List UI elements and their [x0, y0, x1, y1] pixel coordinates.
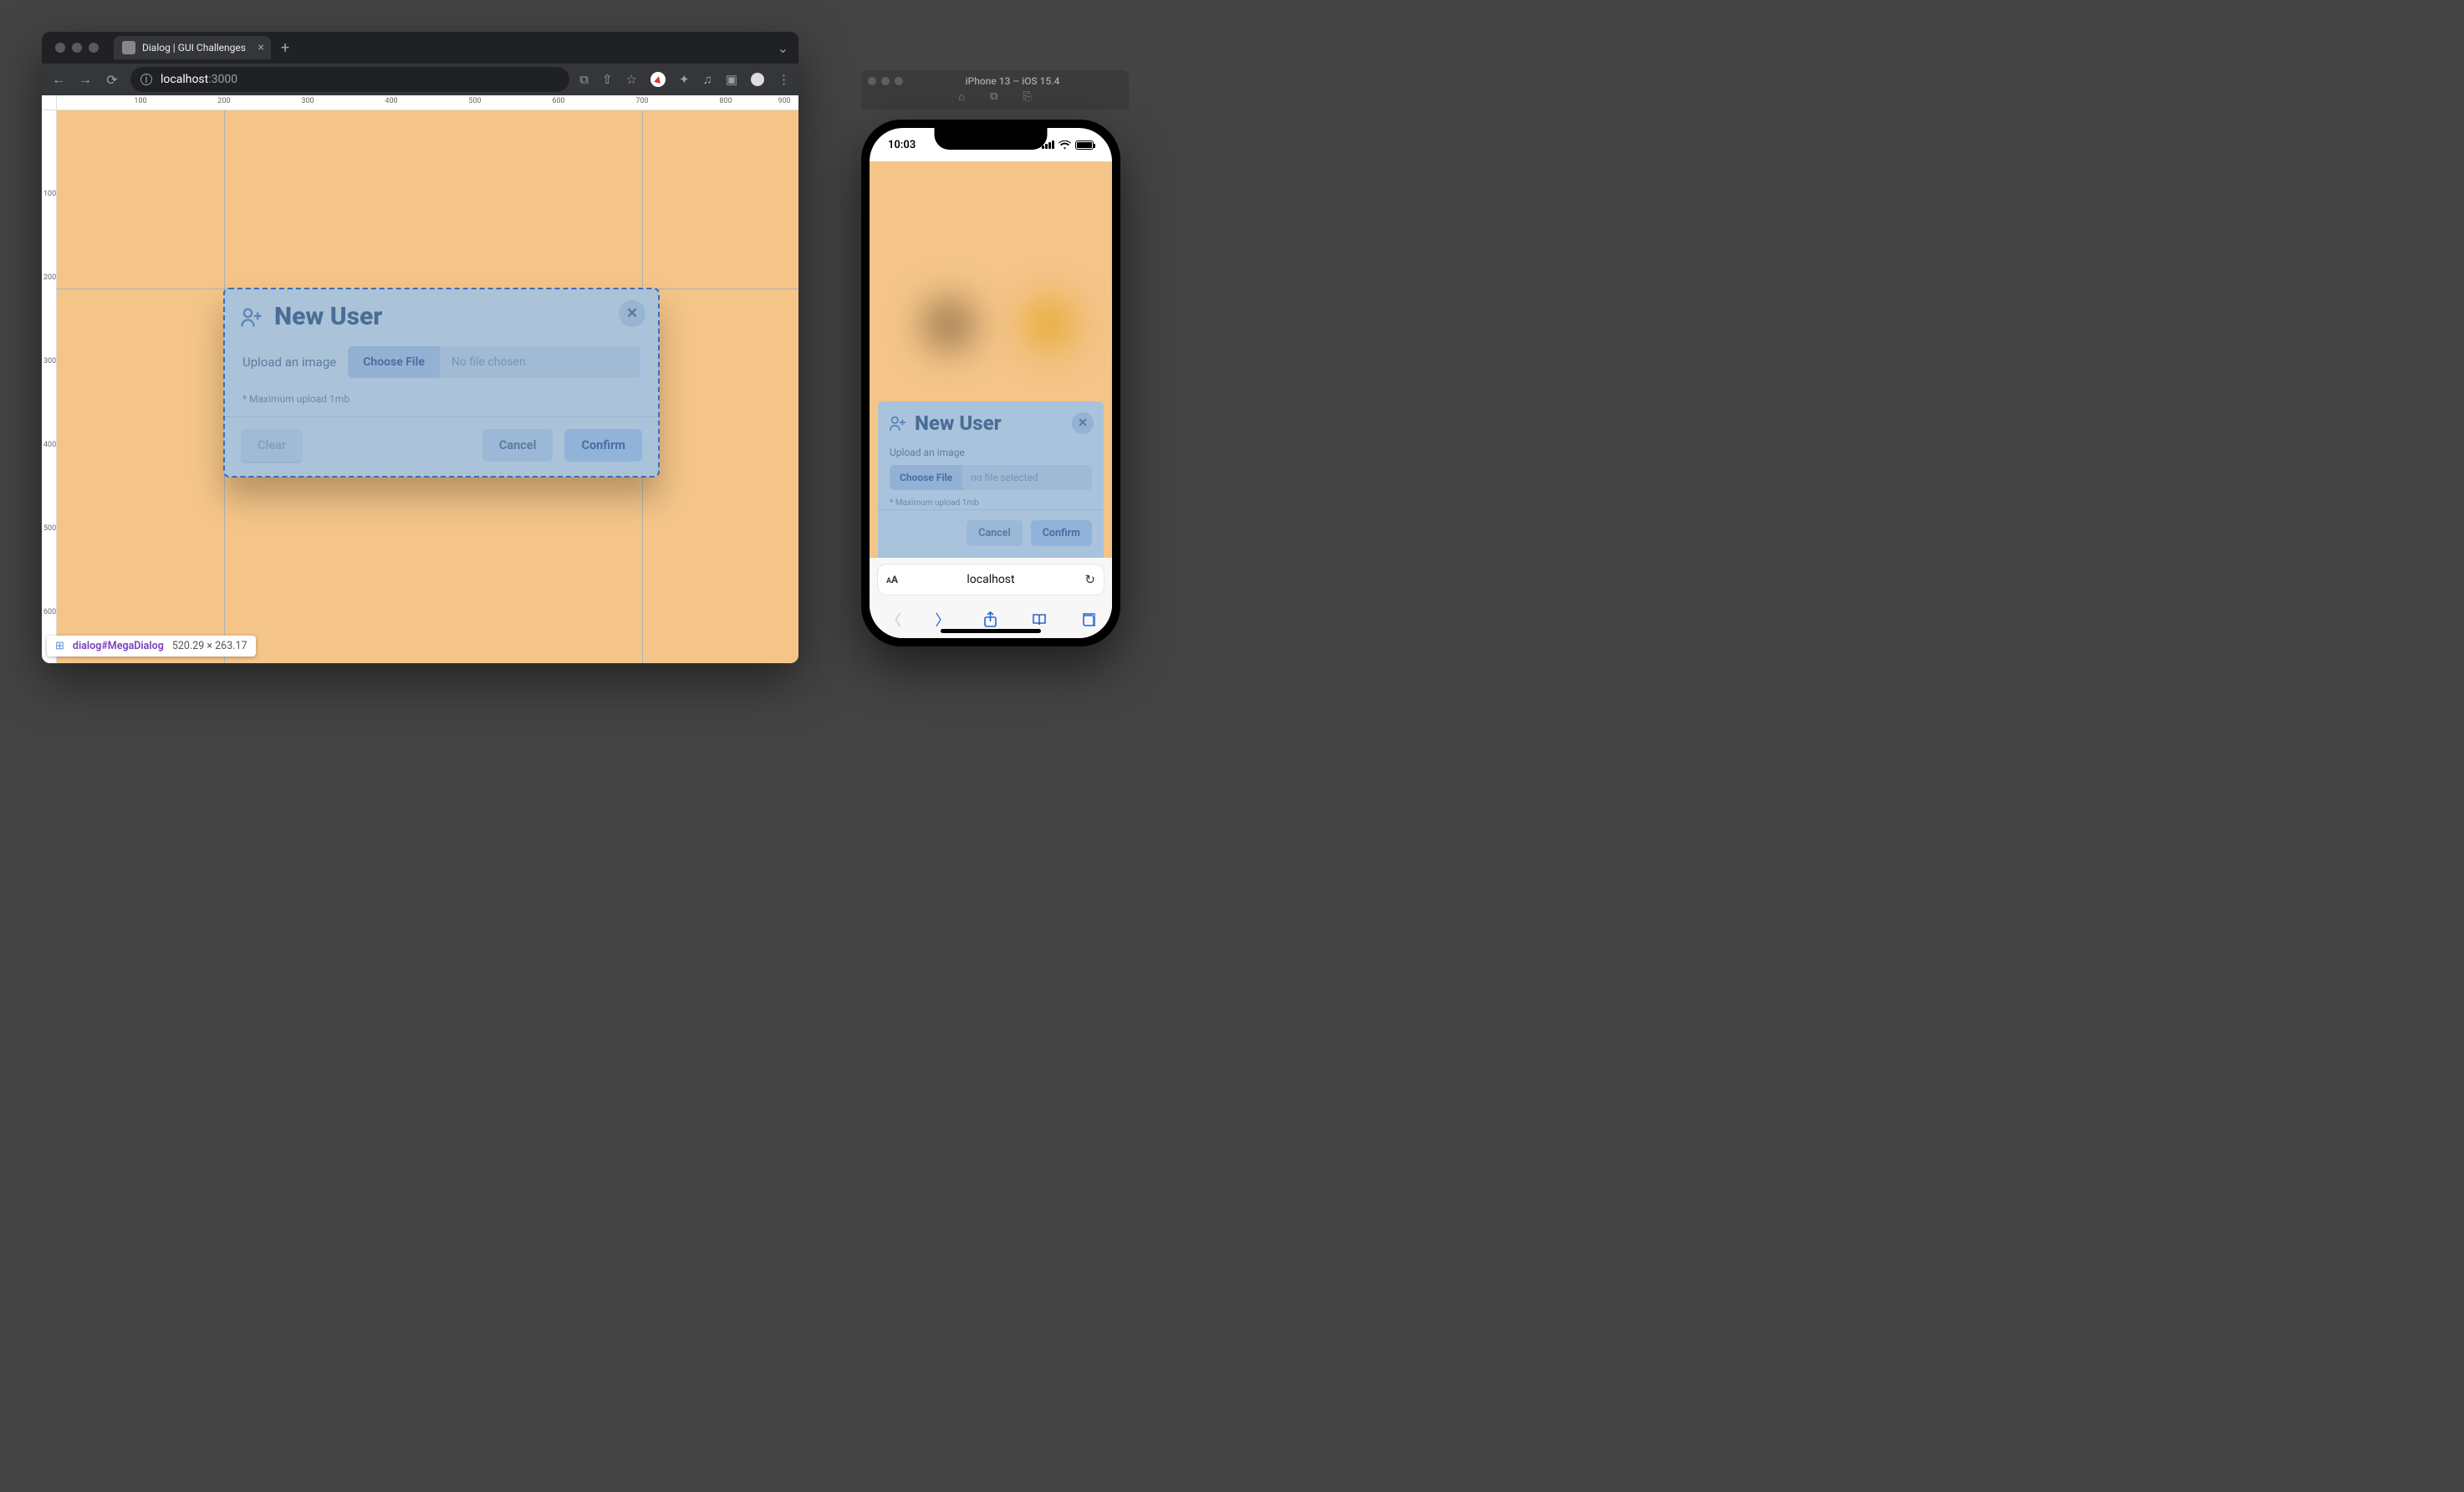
dialog-close-button[interactable]: ✕	[619, 300, 645, 327]
back-button[interactable]: ←	[50, 71, 67, 88]
upload-label: Upload an image	[242, 355, 336, 370]
upload-label: Upload an image	[890, 447, 1092, 458]
horizontal-ruler: 100 200 300 400 500 600 700 800 900	[57, 95, 798, 110]
url-port: :3000	[208, 73, 237, 86]
devices-icon[interactable]: ▣	[726, 72, 737, 87]
new-tab-button[interactable]: +	[281, 39, 289, 57]
mega-dialog: New User ✕ Upload an image Choose File N…	[224, 289, 659, 477]
confirm-button[interactable]: Confirm	[564, 429, 642, 462]
clear-button[interactable]: Clear	[241, 429, 303, 462]
dialog-body: Upload an image Choose File No file chos…	[224, 343, 659, 416]
home-indicator[interactable]	[941, 629, 1041, 633]
background-blob	[1020, 295, 1079, 354]
safari-back-icon[interactable]: 〈	[886, 609, 901, 631]
profile-avatar-icon[interactable]	[751, 73, 764, 86]
safari-bookmarks-icon[interactable]	[1032, 613, 1047, 626]
safari-url-bar: AA localhost ↻	[870, 558, 1112, 601]
phone-screen: 10:03	[870, 128, 1112, 638]
address-bar[interactable]: i localhost:3000	[130, 67, 569, 92]
ios-simulator: iPhone 13 – iOS 15.4 ⌂ ⧉ ⎘ 10:03	[861, 70, 1129, 646]
page-canvas: New User ✕ Upload an image Choose File N…	[57, 110, 798, 663]
no-file-label: No file chosen	[440, 346, 538, 378]
sim-traffic-max[interactable]	[895, 77, 903, 85]
sim-traffic-min[interactable]	[881, 77, 890, 85]
browser-tab[interactable]: Dialog | GUI Challenges ×	[114, 36, 271, 59]
sim-screenshot-icon[interactable]: ⧉	[990, 90, 997, 104]
upload-hint: * Maximum upload 1mb	[242, 393, 640, 405]
traffic-max[interactable]	[89, 43, 99, 53]
file-input[interactable]: Choose File No file chosen	[348, 346, 640, 378]
dialog-title: New User	[915, 411, 1002, 435]
confirm-button[interactable]: Confirm	[1031, 520, 1092, 546]
background-blob	[920, 295, 978, 354]
choose-file-button[interactable]: Choose File	[348, 346, 440, 378]
no-file-label: no file selected	[962, 465, 1047, 490]
traffic-close[interactable]	[55, 43, 65, 53]
compass-extension-icon[interactable]	[650, 72, 666, 87]
choose-file-button[interactable]: Choose File	[890, 465, 962, 490]
user-plus-icon	[239, 305, 263, 329]
reload-button[interactable]: ⟳	[104, 72, 120, 88]
phone-notch	[935, 128, 1048, 150]
dialog-header: New User ✕	[224, 289, 659, 343]
extensions-icon[interactable]: ✦	[679, 72, 690, 87]
cancel-button[interactable]: Cancel	[482, 429, 554, 462]
devtools-element-chip: ⊞ dialog#MegaDialog 520.29 × 263.17	[47, 636, 256, 657]
mega-dialog-mobile: New User ✕ Upload an image Choose File n…	[878, 401, 1104, 558]
safari-url-host: localhost	[967, 573, 1014, 586]
dialog-close-button[interactable]: ✕	[1072, 412, 1094, 434]
forward-button[interactable]: →	[77, 71, 94, 88]
element-dimensions: 520.29 × 263.17	[172, 640, 247, 652]
wifi-icon	[1059, 141, 1071, 150]
safari-reload-icon[interactable]: ↻	[1084, 572, 1095, 587]
vertical-ruler: 100 200 300 400 500 600	[42, 110, 57, 663]
cancel-button[interactable]: Cancel	[967, 520, 1022, 546]
sim-rotate-icon[interactable]: ⎘	[1023, 90, 1031, 104]
upload-hint: * Maximum upload 1mb	[890, 498, 1092, 508]
safari-forward-icon[interactable]: 〉	[935, 609, 950, 631]
browser-tabbar: Dialog | GUI Challenges × + ⌄	[42, 32, 798, 64]
reader-aa-icon[interactable]: AA	[886, 574, 898, 585]
element-selector: dialog#MegaDialog	[73, 640, 164, 652]
safari-viewport: New User ✕ Upload an image Choose File n…	[870, 161, 1112, 558]
kebab-menu-icon[interactable]: ⋮	[778, 72, 790, 87]
phone-frame: 10:03	[861, 120, 1120, 646]
chrome-browser-window: Dialog | GUI Challenges × + ⌄ ← → ⟳ i lo…	[42, 32, 798, 663]
safari-address-field[interactable]: AA localhost ↻	[878, 565, 1104, 595]
sim-home-icon[interactable]: ⌂	[958, 90, 965, 104]
battery-icon	[1075, 141, 1094, 150]
media-icon[interactable]: ♫	[703, 72, 712, 87]
browser-toolbar: ← → ⟳ i localhost:3000 ⧉ ⇧ ☆ ✦ ♫ ▣ ⋮	[42, 64, 798, 95]
sim-traffic-lights[interactable]	[868, 77, 903, 85]
simulator-titlebar: iPhone 13 – iOS 15.4 ⌂ ⧉ ⎘	[861, 70, 1129, 110]
tab-overflow-icon[interactable]: ⌄	[778, 40, 788, 56]
status-time: 10:03	[888, 139, 916, 151]
site-info-icon[interactable]: i	[140, 74, 152, 85]
traffic-lights[interactable]	[55, 43, 99, 53]
ruler-corner	[42, 95, 57, 110]
user-plus-icon	[888, 414, 906, 432]
dialog-title: New User	[274, 302, 382, 331]
safari-share-icon[interactable]	[983, 611, 997, 628]
file-input[interactable]: Choose File no file selected	[890, 465, 1092, 490]
dialog-footer: Clear Cancel Confirm	[224, 416, 659, 477]
open-external-icon[interactable]: ⧉	[579, 72, 589, 87]
grid-icon: ⊞	[55, 640, 64, 652]
share-icon[interactable]: ⇧	[602, 72, 613, 87]
tab-close-icon[interactable]: ×	[258, 41, 263, 54]
browser-viewport: 100 200 300 400 500 600 700 800 900 100 …	[42, 95, 798, 663]
safari-tabs-icon[interactable]	[1080, 612, 1095, 627]
traffic-min[interactable]	[72, 43, 82, 53]
tab-title: Dialog | GUI Challenges	[142, 42, 246, 54]
favicon-icon	[122, 41, 135, 54]
simulator-title: iPhone 13 – iOS 15.4	[903, 75, 1122, 87]
toolbar-actions: ⧉ ⇧ ☆ ✦ ♫ ▣ ⋮	[579, 72, 790, 87]
bookmark-star-icon[interactable]: ☆	[626, 72, 637, 87]
sim-traffic-close[interactable]	[868, 77, 876, 85]
url-host: localhost	[161, 73, 208, 86]
